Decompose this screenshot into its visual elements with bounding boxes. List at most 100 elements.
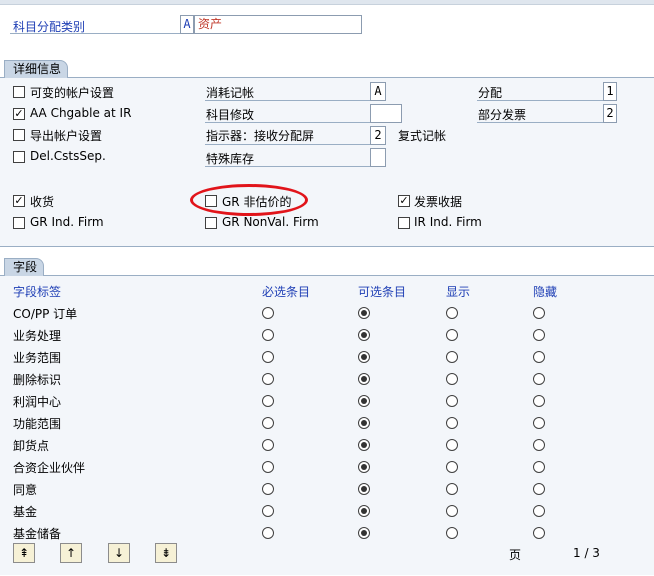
column-header-required: 必选条目 bbox=[262, 285, 311, 299]
field-row-label: 删除标识 bbox=[13, 373, 62, 387]
field-status-radio-required[interactable] bbox=[262, 527, 274, 539]
double-entry-label: 复式记帐 bbox=[398, 129, 447, 143]
field-status-radio-suppress[interactable] bbox=[533, 373, 545, 385]
previous-page-icon[interactable]: ↑ bbox=[60, 543, 82, 563]
field-status-radio-optional[interactable] bbox=[358, 351, 370, 363]
field-status-radio-suppress[interactable] bbox=[533, 461, 545, 473]
field-status-radio-optional[interactable] bbox=[358, 483, 370, 495]
goods-receipt-checkbox[interactable]: ✓ bbox=[13, 195, 25, 207]
receipt-assignment-indicator-underline bbox=[205, 144, 370, 145]
field-status-radio-optional[interactable] bbox=[358, 395, 370, 407]
field-status-radio-suppress[interactable] bbox=[533, 527, 545, 539]
first-page-icon[interactable]: ⇞ bbox=[13, 543, 35, 563]
variable-account-assignment-checkbox[interactable] bbox=[13, 86, 25, 98]
column-header-suppress: 隐藏 bbox=[533, 285, 558, 299]
field-status-radio-required[interactable] bbox=[262, 307, 274, 319]
field-status-radio-display[interactable] bbox=[446, 505, 458, 517]
field-status-radio-required[interactable] bbox=[262, 505, 274, 517]
account-modification-label: 科目修改 bbox=[206, 108, 255, 122]
field-status-radio-suppress[interactable] bbox=[533, 505, 545, 517]
field-row-label: 利润中心 bbox=[13, 395, 62, 409]
field-row-label: 业务范围 bbox=[13, 351, 62, 365]
aa-chgable-at-ir-checkbox[interactable]: ✓ bbox=[13, 108, 25, 120]
field-status-radio-required[interactable] bbox=[262, 329, 274, 341]
field-status-radio-display[interactable] bbox=[446, 461, 458, 473]
special-stock-underline bbox=[205, 166, 370, 167]
field-status-radio-suppress[interactable] bbox=[533, 307, 545, 319]
field-status-radio-optional[interactable] bbox=[358, 439, 370, 451]
receipt-assignment-indicator-field[interactable]: 2 bbox=[370, 126, 386, 145]
field-status-radio-suppress[interactable] bbox=[533, 351, 545, 363]
field-status-radio-display[interactable] bbox=[446, 417, 458, 429]
gr-ind-firm-checkbox[interactable] bbox=[13, 217, 25, 229]
field-status-radio-display[interactable] bbox=[446, 439, 458, 451]
field-status-radio-optional[interactable] bbox=[358, 505, 370, 517]
field-status-radio-optional[interactable] bbox=[358, 461, 370, 473]
derive-account-assignment-label: 导出帐户设置 bbox=[30, 129, 103, 143]
next-page-icon[interactable]: ↓ bbox=[108, 543, 130, 563]
account-category-value-field[interactable]: 资产 bbox=[194, 15, 362, 34]
last-page-icon[interactable]: ⇟ bbox=[155, 543, 177, 563]
column-header-display: 显示 bbox=[446, 285, 471, 299]
consumption-posting-field[interactable]: A bbox=[370, 82, 386, 101]
account-modification-underline bbox=[205, 122, 370, 123]
variable-account-assignment-label: 可变的帐户设置 bbox=[30, 86, 115, 100]
field-row-label: 基金储备 bbox=[13, 527, 62, 541]
partial-invoice-underline bbox=[477, 122, 603, 123]
field-status-radio-suppress[interactable] bbox=[533, 483, 545, 495]
field-status-radio-display[interactable] bbox=[446, 373, 458, 385]
field-status-radio-display[interactable] bbox=[446, 483, 458, 495]
field-row-label: 同意 bbox=[13, 483, 38, 497]
field-status-radio-display[interactable] bbox=[446, 351, 458, 363]
derive-account-assignment-checkbox[interactable] bbox=[13, 129, 25, 141]
account-modification-field[interactable] bbox=[370, 104, 402, 123]
field-status-radio-suppress[interactable] bbox=[533, 417, 545, 429]
field-status-radio-optional[interactable] bbox=[358, 417, 370, 429]
receipt-assignment-indicator-label: 指示器：接收分配屏 bbox=[206, 129, 315, 143]
aa-chgable-at-ir-label: AA Chgable at IR bbox=[30, 106, 132, 120]
del-csts-sep-checkbox[interactable] bbox=[13, 151, 25, 163]
highlight-ellipse bbox=[190, 184, 308, 216]
partial-invoice-label: 部分发票 bbox=[478, 108, 527, 122]
header-underline bbox=[10, 33, 180, 34]
field-row-label: 基金 bbox=[13, 505, 38, 519]
field-status-radio-required[interactable] bbox=[262, 373, 274, 385]
distribution-underline bbox=[477, 100, 603, 101]
field-status-radio-required[interactable] bbox=[262, 483, 274, 495]
field-status-radio-required[interactable] bbox=[262, 395, 274, 407]
gr-nonval-firm-checkbox[interactable] bbox=[205, 217, 217, 229]
ir-ind-firm-label: IR Ind. Firm bbox=[414, 215, 482, 229]
field-status-radio-required[interactable] bbox=[262, 417, 274, 429]
field-status-radio-optional[interactable] bbox=[358, 307, 370, 319]
field-status-radio-optional[interactable] bbox=[358, 329, 370, 341]
ir-ind-firm-checkbox[interactable] bbox=[398, 217, 410, 229]
special-stock-label: 特殊库存 bbox=[206, 152, 255, 166]
distribution-field[interactable]: 1 bbox=[603, 82, 617, 101]
field-status-radio-display[interactable] bbox=[446, 307, 458, 319]
special-stock-field[interactable] bbox=[370, 148, 386, 167]
field-status-radio-suppress[interactable] bbox=[533, 329, 545, 341]
window-top-border bbox=[0, 0, 654, 5]
field-row-label: CO/PP 订单 bbox=[13, 307, 78, 321]
column-header-optional: 可选条目 bbox=[358, 285, 407, 299]
page-label: 页 bbox=[509, 548, 522, 562]
field-status-radio-suppress[interactable] bbox=[533, 395, 545, 407]
field-status-radio-required[interactable] bbox=[262, 439, 274, 451]
field-row-label: 卸货点 bbox=[13, 439, 50, 453]
field-status-radio-display[interactable] bbox=[446, 527, 458, 539]
account-category-key-field[interactable]: A bbox=[180, 15, 194, 34]
field-status-radio-optional[interactable] bbox=[358, 527, 370, 539]
field-status-radio-required[interactable] bbox=[262, 351, 274, 363]
field-status-radio-display[interactable] bbox=[446, 329, 458, 341]
field-status-radio-optional[interactable] bbox=[358, 373, 370, 385]
fields-group bbox=[0, 275, 654, 575]
distribution-label: 分配 bbox=[478, 86, 503, 100]
invoice-receipt-checkbox[interactable]: ✓ bbox=[398, 195, 410, 207]
field-status-radio-suppress[interactable] bbox=[533, 439, 545, 451]
field-status-radio-required[interactable] bbox=[262, 461, 274, 473]
field-status-radio-display[interactable] bbox=[446, 395, 458, 407]
partial-invoice-field[interactable]: 2 bbox=[603, 104, 617, 123]
consumption-posting-underline bbox=[205, 100, 370, 101]
details-tab: 详细信息 bbox=[4, 60, 69, 78]
fields-tab: 字段 bbox=[4, 258, 45, 276]
